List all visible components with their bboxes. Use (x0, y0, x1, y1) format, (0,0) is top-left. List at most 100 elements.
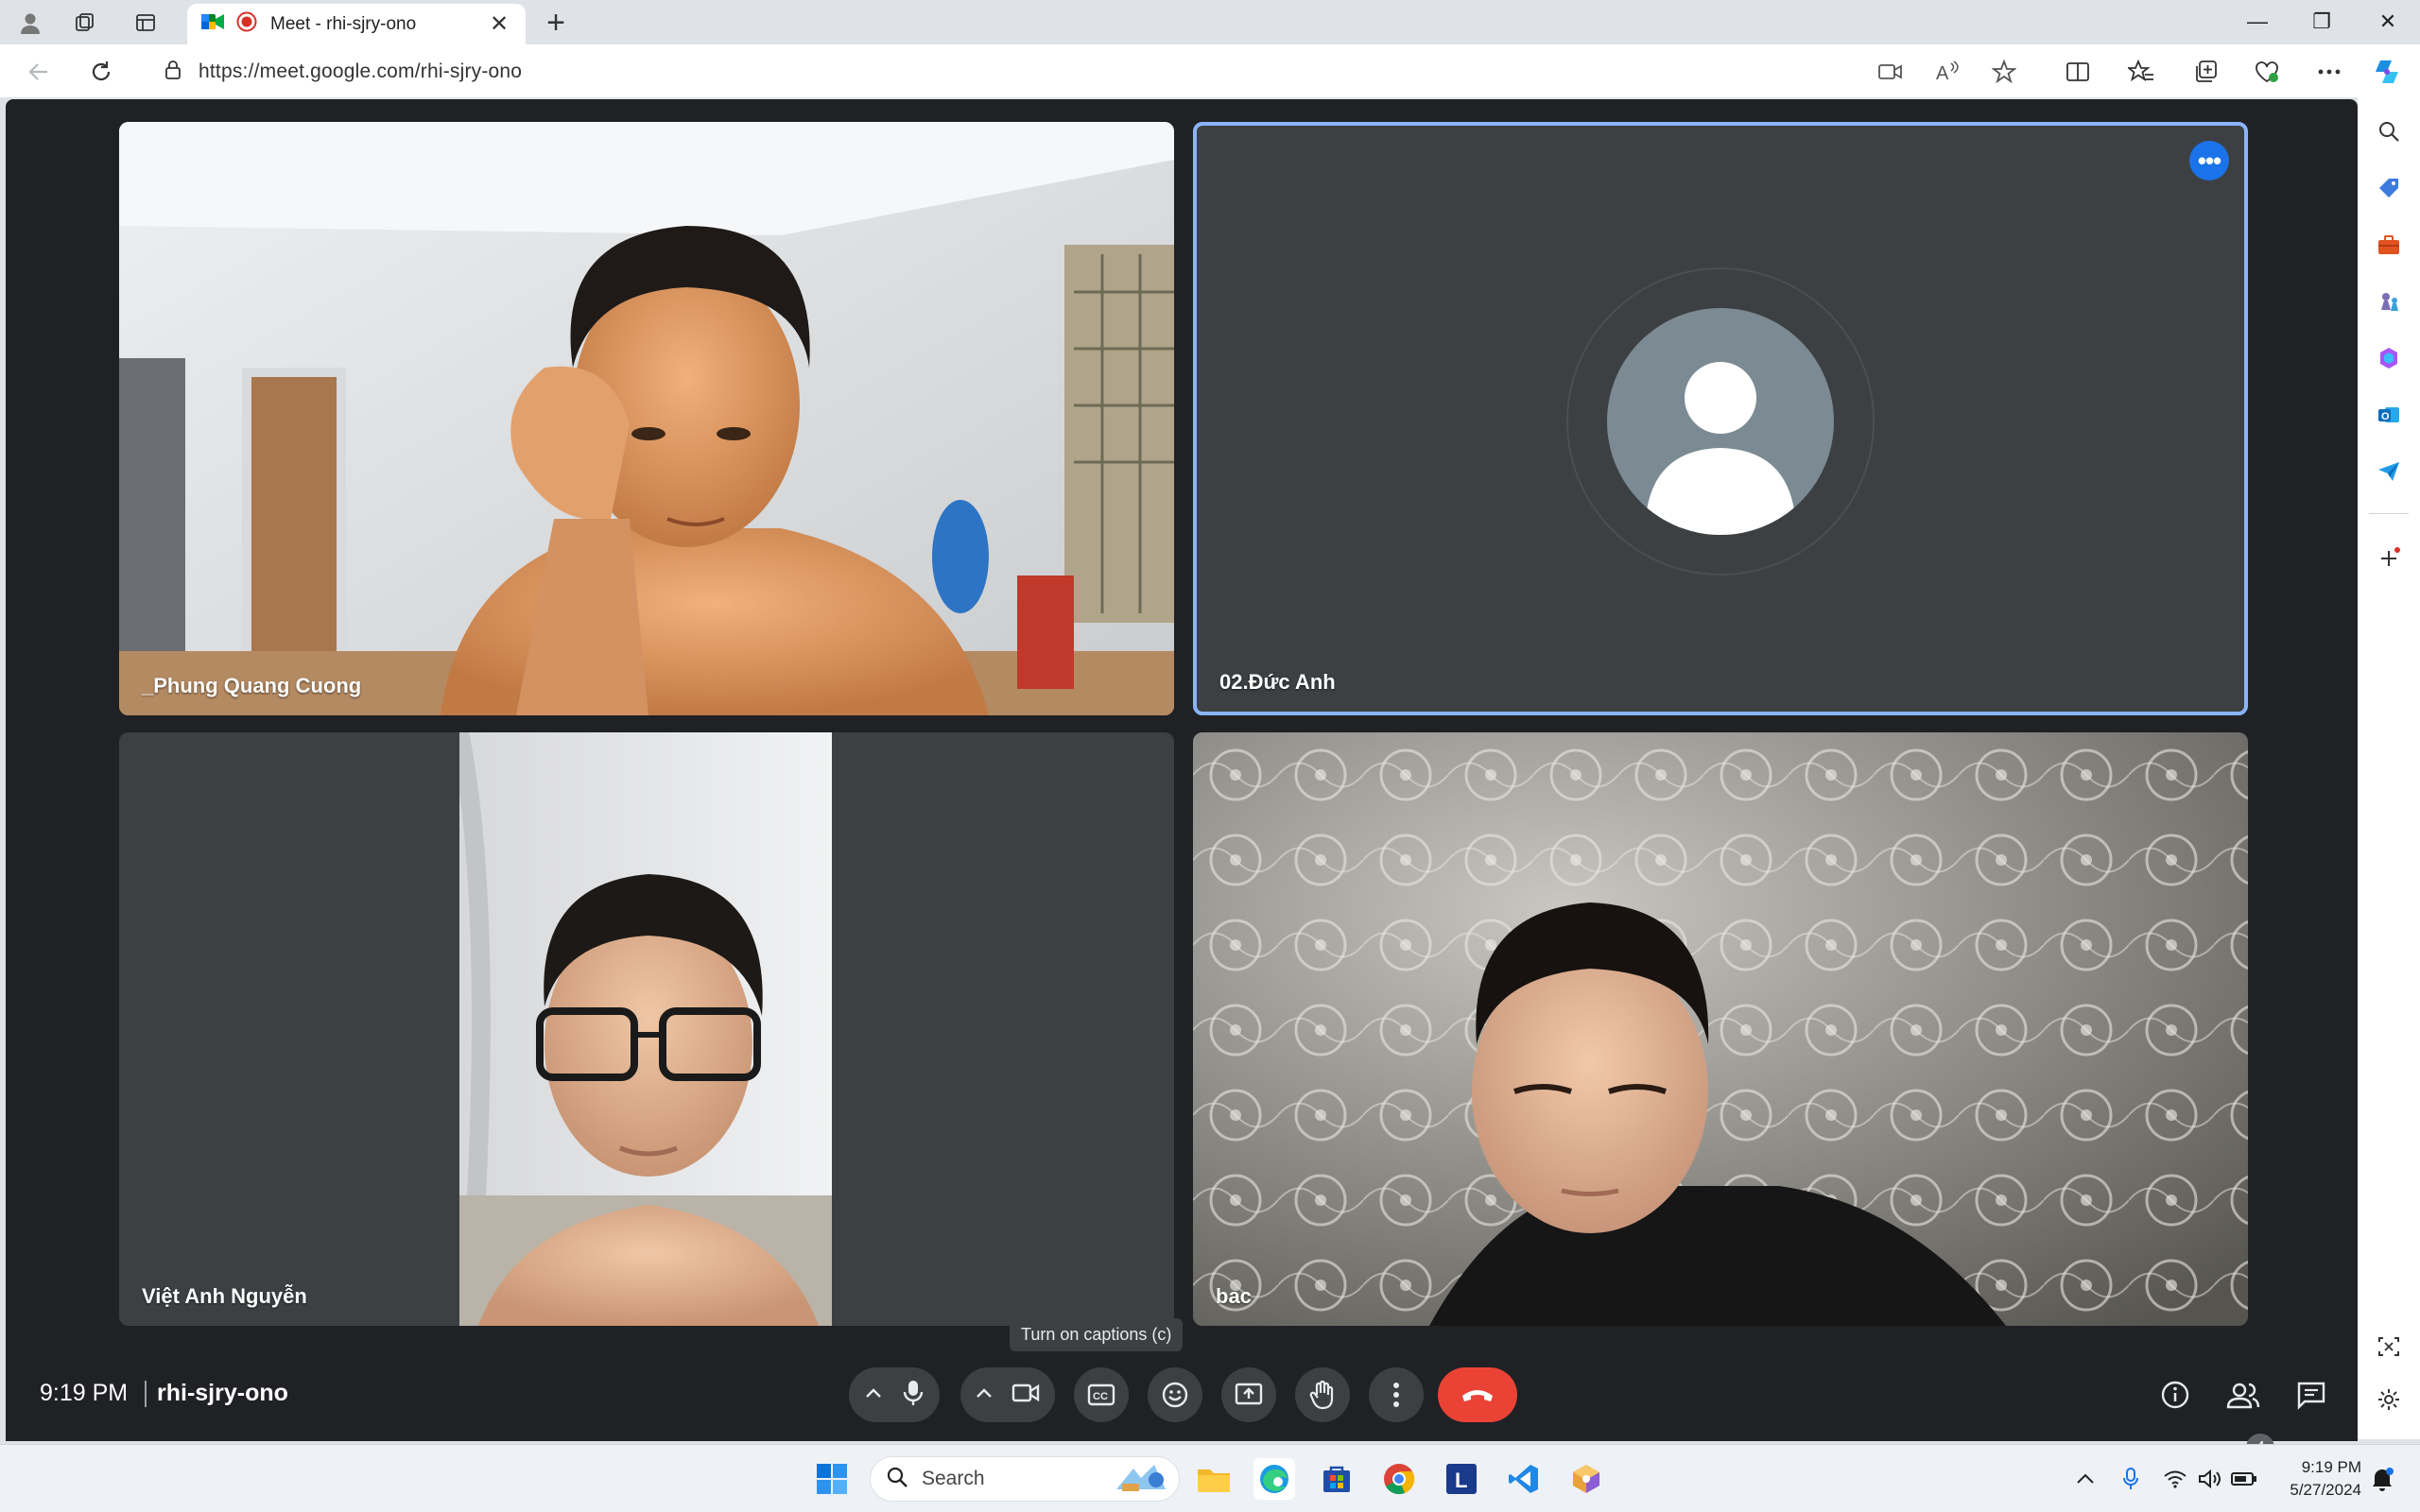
show-hidden-icons-chevron-icon[interactable] (2072, 1466, 2099, 1492)
meeting-code: rhi-sjry-ono (157, 1380, 288, 1406)
new-tab-button[interactable]: + (539, 6, 573, 40)
taskbar-clock[interactable]: 9:19 PM 5/27/2024 (2278, 1456, 2361, 1502)
meet-stage: _Phung Quang Cuong ••• 02.Đức Anh Việt A… (6, 99, 2358, 1462)
participant-name: bac (1216, 1284, 1252, 1308)
minimize-button[interactable]: — (2238, 6, 2276, 38)
windows-taskbar: Search L 9:19 PM 5/27/2024 (0, 1444, 2420, 1512)
camera-icon[interactable] (1011, 1383, 1040, 1408)
battery-icon[interactable] (2231, 1466, 2257, 1492)
add-sidebar-app-icon[interactable] (2374, 543, 2404, 574)
restore-button[interactable]: ❐ (2303, 6, 2341, 38)
camera-in-use-icon[interactable] (1875, 56, 1907, 88)
raise-hand-button[interactable] (1295, 1367, 1350, 1422)
url-field[interactable]: https://meet.google.com/rhi-sjry-ono (142, 52, 1919, 92)
favorite-star-icon[interactable] (1988, 56, 2020, 88)
edge-browser-icon[interactable] (1253, 1458, 1295, 1500)
chrome-icon[interactable] (1378, 1458, 1420, 1500)
microsoft-store-icon[interactable] (1316, 1458, 1357, 1500)
meeting-details-button[interactable] (2155, 1375, 2195, 1415)
browser-titlebar: Meet - rhi-sjry-ono ✕ + — ❐ ✕ (0, 0, 2420, 44)
captions-tooltip: Turn on captions (c) (1010, 1318, 1184, 1351)
workspaces-icon[interactable] (70, 8, 100, 38)
avatar (1607, 308, 1834, 535)
chat-button[interactable] (2291, 1375, 2331, 1415)
hang-up-phone-icon (1462, 1390, 1493, 1401)
present-screen-button[interactable] (1221, 1367, 1276, 1422)
search-icon (886, 1466, 908, 1493)
svg-text:CC: CC (1093, 1391, 1108, 1402)
send-drop-icon[interactable] (2374, 456, 2404, 487)
cube-app-icon[interactable] (1565, 1458, 1607, 1500)
default-person-icon (1645, 362, 1796, 535)
close-tab-icon[interactable]: ✕ (486, 10, 512, 38)
favorites-icon[interactable] (2125, 56, 2157, 88)
file-explorer-icon[interactable] (1193, 1458, 1235, 1500)
present-screen-icon (1235, 1383, 1263, 1405)
lock-icon[interactable] (164, 60, 182, 85)
vscode-icon[interactable] (1503, 1458, 1545, 1500)
more-options-button[interactable] (1369, 1367, 1424, 1422)
volume-icon[interactable] (2197, 1466, 2223, 1492)
participant-tile[interactable]: Việt Anh Nguyễn (119, 732, 1174, 1326)
taskbar-search-box[interactable]: Search (870, 1456, 1180, 1502)
reactions-button[interactable] (1148, 1367, 1202, 1422)
divider (145, 1381, 147, 1407)
edge-sidebar: O (2358, 97, 2420, 1439)
microsoft-365-icon[interactable] (2374, 343, 2404, 373)
people-button[interactable] (2223, 1375, 2263, 1415)
screenshot-capture-icon[interactable] (2374, 1332, 2404, 1362)
search-icon[interactable] (2374, 116, 2404, 146)
profile-icon[interactable] (15, 8, 45, 38)
back-button[interactable] (23, 56, 55, 88)
browser-tab-meet[interactable]: Meet - rhi-sjry-ono ✕ (187, 4, 526, 44)
svg-text:A: A (1936, 63, 1949, 84)
url-text: https://meet.google.com/rhi-sjry-ono (199, 60, 523, 82)
l-app-icon[interactable]: L (1441, 1458, 1482, 1500)
participant-tile[interactable]: _Phung Quang Cuong (119, 122, 1174, 715)
chat-icon (2297, 1382, 2325, 1410)
copilot-icon[interactable] (2371, 56, 2403, 88)
microphone-in-use-icon[interactable] (2118, 1466, 2144, 1492)
more-vertical-icon (1393, 1383, 1399, 1407)
emoji-smile-icon (1162, 1382, 1188, 1408)
microphone-control-group (849, 1367, 940, 1422)
settings-more-icon[interactable] (2313, 56, 2345, 88)
browser-essentials-icon[interactable] (2251, 56, 2283, 88)
close-window-button[interactable]: ✕ (2369, 6, 2407, 38)
participant-video-feed (119, 122, 1174, 715)
audio-options-chevron-icon[interactable] (865, 1386, 882, 1403)
search-highlight-icon (1113, 1461, 1169, 1498)
start-windows-icon[interactable] (811, 1458, 853, 1500)
google-meet-favicon-icon (200, 11, 225, 37)
video-options-chevron-icon[interactable] (976, 1386, 993, 1403)
outlook-icon[interactable]: O (2374, 400, 2404, 430)
shopping-tag-icon[interactable] (2374, 173, 2404, 203)
svg-text:L: L (1455, 1469, 1467, 1492)
refresh-button[interactable] (85, 56, 117, 88)
sidebar-settings-gear-icon[interactable] (2374, 1384, 2404, 1415)
captions-button[interactable]: CC (1074, 1367, 1129, 1422)
notification-bell-icon[interactable] (2369, 1466, 2395, 1492)
address-bar-row: https://meet.google.com/rhi-sjry-ono A (0, 44, 2420, 97)
read-aloud-icon[interactable]: A (1931, 56, 1963, 88)
microphone-icon[interactable] (902, 1379, 925, 1412)
leave-call-button[interactable] (1438, 1367, 1517, 1422)
participant-name: 02.Đức Anh (1219, 670, 1336, 694)
participant-video-feed (1193, 732, 2248, 1326)
tile-more-options-button[interactable]: ••• (2189, 141, 2229, 180)
raise-hand-icon (1309, 1380, 1334, 1410)
vertical-tabs-icon[interactable] (130, 8, 161, 38)
split-screen-icon[interactable] (2062, 56, 2094, 88)
participant-tile[interactable]: bac (1193, 732, 2248, 1326)
wifi-icon[interactable] (2162, 1466, 2188, 1492)
sidebar-divider (2369, 513, 2409, 514)
participant-name: Việt Anh Nguyễn (142, 1284, 307, 1308)
clock-time: 9:19 PM (2301, 1458, 2361, 1476)
tools-briefcase-icon[interactable] (2374, 230, 2404, 260)
participant-tile-active[interactable]: ••• 02.Đức Anh (1193, 122, 2248, 715)
collections-icon[interactable] (2189, 56, 2221, 88)
info-icon (2161, 1381, 2189, 1409)
camera-control-group (960, 1367, 1055, 1422)
people-icon (2226, 1383, 2260, 1409)
games-chess-icon[interactable] (2374, 286, 2404, 317)
